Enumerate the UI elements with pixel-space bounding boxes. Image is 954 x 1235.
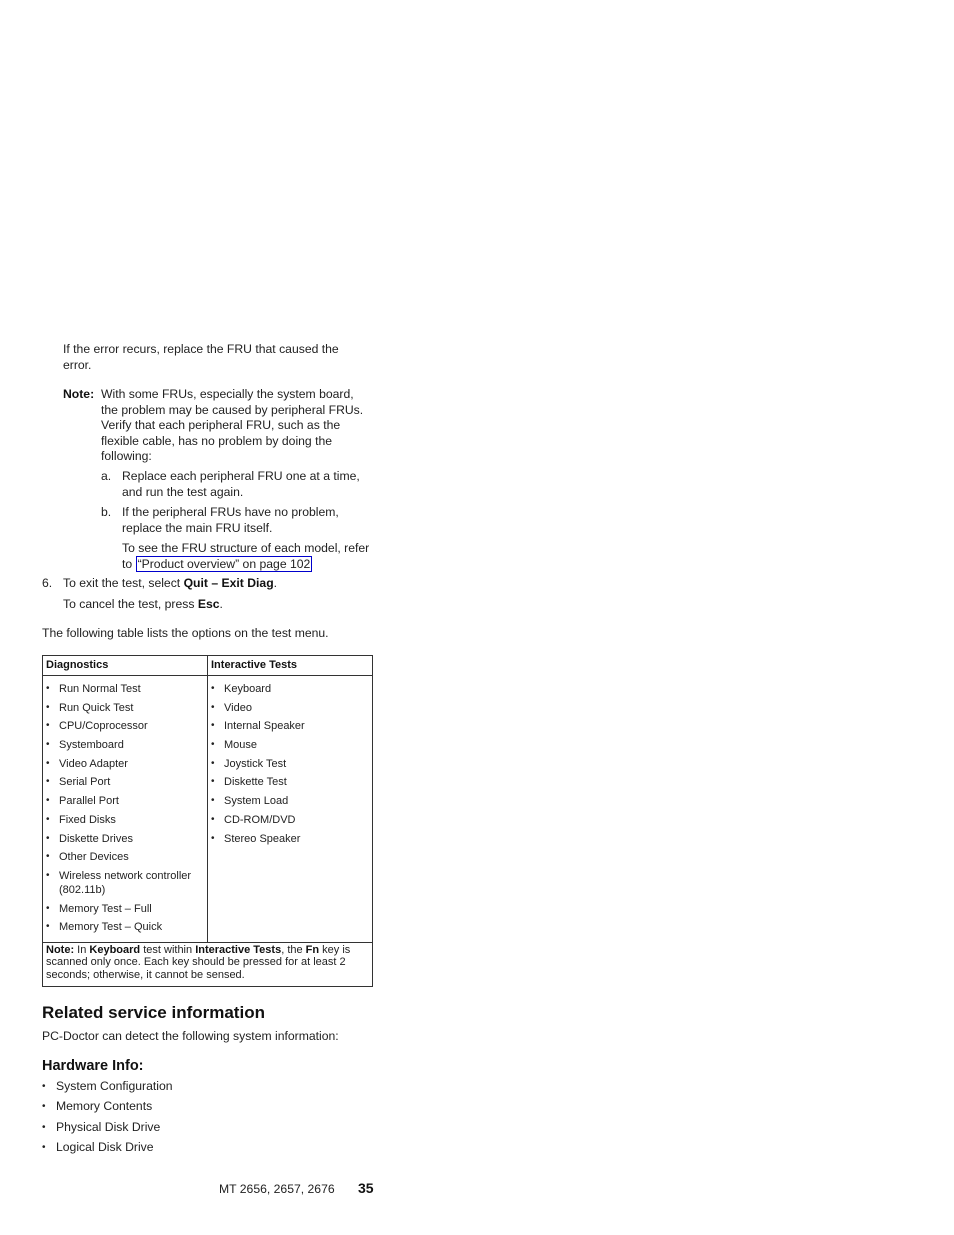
step-6-number: 6.: [42, 576, 53, 590]
interactive-column: Keyboard Video Internal Speaker Mouse Joysti…: [207, 675, 373, 943]
diagnostics-item: Wireless network controller (802.11b): [46, 869, 204, 897]
esc-key: Esc: [197, 597, 220, 611]
diagnostics-item: Fixed Disks: [46, 813, 204, 827]
table-intro: The following table lists the options on…: [42, 626, 329, 640]
note-text: With some FRUs, especially the system bo…: [101, 387, 364, 463]
header-diagnostics: Diagnostics: [42, 655, 208, 676]
diagnostics-item: Other Devices: [46, 850, 204, 864]
header-interactive-tests: Interactive Tests: [207, 655, 373, 676]
step-a-text: Replace each peripheral FRU one at a tim…: [122, 469, 360, 499]
note-bold-fn: Fn: [305, 943, 320, 956]
page-number: 35: [358, 1180, 374, 1196]
hardware-info-item: System Configuration: [42, 1079, 173, 1095]
test-menu-table: Diagnostics Interactive Tests Run Normal…: [42, 655, 373, 988]
step-b-text: If the peripheral FRUs have no problem, …: [122, 505, 339, 535]
note-part: test within: [140, 943, 196, 956]
cancel-text: To cancel the test, press Esc.: [63, 597, 223, 613]
interactive-item: System Load: [211, 794, 369, 808]
table-note-label: Note:: [46, 943, 75, 956]
interactive-item: Internal Speaker: [211, 719, 369, 733]
related-heading: Related service information: [42, 1003, 265, 1022]
step-6-suffix: .: [273, 576, 278, 590]
hardware-info-item: Memory Contents: [42, 1099, 173, 1115]
product-overview-link[interactable]: “Product overview” on page 102: [135, 555, 313, 572]
intro-paragraph: If the error recurs, replace the FRU tha…: [63, 342, 339, 372]
diagnostics-item: Run Quick Test: [46, 701, 204, 715]
note-part: In: [74, 943, 90, 956]
diagnostics-item: Diskette Drives: [46, 832, 204, 846]
table-note: Note: In Keyboard test within Interactiv…: [42, 941, 373, 988]
diagnostics-item: Memory Test – Full: [46, 902, 204, 916]
diagnostics-list: Run Normal Test Run Quick Test CPU/Coproce…: [46, 682, 204, 934]
diagnostics-item: Memory Test – Quick: [46, 920, 204, 934]
step-6-prefix: To exit the test, select: [63, 576, 184, 590]
note-label: Note:: [63, 387, 95, 401]
quit-exit-diag: Quit – Exit Diag: [183, 576, 274, 590]
diagnostics-item: CPU/Coprocessor: [46, 719, 204, 733]
note-part: , the: [281, 943, 306, 956]
diagnostics-column: Run Normal Test Run Quick Test CPU/Coproce…: [42, 675, 208, 943]
diagnostics-item: Parallel Port: [46, 794, 204, 808]
hardware-info-item: Physical Disk Drive: [42, 1120, 173, 1136]
interactive-item: Video: [211, 701, 369, 715]
interactive-item: CD-ROM/DVD: [211, 813, 369, 827]
step-b-marker: b.: [101, 505, 112, 519]
interactive-item: Keyboard: [211, 682, 369, 696]
see-also: To see the FRU structure of each model, …: [122, 541, 377, 572]
interactive-item: Stereo Speaker: [211, 832, 369, 846]
note-bold-interactive: Interactive Tests: [195, 943, 282, 956]
diagnostics-item: Serial Port: [46, 775, 204, 789]
note-bold-keyboard: Keyboard: [89, 943, 141, 956]
interactive-list: Keyboard Video Internal Speaker Mouse Joysti…: [211, 682, 369, 846]
step-a-marker: a.: [101, 469, 112, 483]
diagnostics-item: Systemboard: [46, 738, 204, 752]
diagnostics-item: Run Normal Test: [46, 682, 204, 696]
hardware-info-list: System Configuration Memory Contents Physi…: [42, 1079, 173, 1160]
interactive-item: Joystick Test: [211, 757, 369, 771]
footer-models: MT 2656, 2657, 2676: [219, 1182, 335, 1196]
cancel-suffix: .: [219, 597, 223, 611]
diagnostics-item: Video Adapter: [46, 757, 204, 771]
cancel-prefix: To cancel the test, press: [63, 597, 198, 611]
interactive-item: Diskette Test: [211, 775, 369, 789]
hardware-info-item: Logical Disk Drive: [42, 1140, 173, 1156]
interactive-item: Mouse: [211, 738, 369, 752]
hardware-info-heading: Hardware Info:: [42, 1058, 144, 1074]
related-text: PC-Doctor can detect the following syste…: [42, 1029, 339, 1043]
step-6-text: To exit the test, select Quit – Exit Dia…: [63, 576, 277, 592]
